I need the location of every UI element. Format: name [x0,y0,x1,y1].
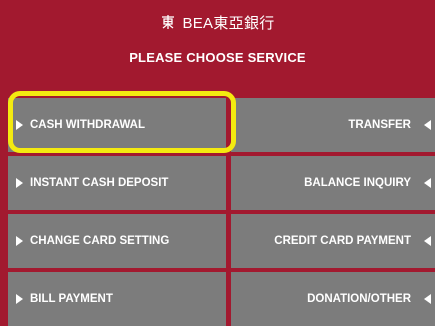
header-bar: BEA東亞銀行 PLEASE CHOOSE SERVICE [0,0,435,86]
arrow-right-icon [16,294,23,304]
arrow-right-icon [16,236,23,246]
page-title: PLEASE CHOOSE SERVICE [129,50,306,65]
arrow-left-icon [424,236,431,246]
button-label: CASH WITHDRAWAL [30,119,145,131]
arrow-right-icon [16,120,23,130]
button-label: TRANSFER [348,119,411,131]
cash-withdrawal-button[interactable]: CASH WITHDRAWAL [8,98,226,152]
arrow-right-icon [16,178,23,188]
button-label: DONATION/OTHER [307,293,411,305]
arrow-left-icon [424,178,431,188]
bill-payment-button[interactable]: BILL PAYMENT [8,272,226,326]
button-label: BILL PAYMENT [30,293,113,305]
brand-name: BEA東亞銀行 [182,14,275,32]
atm-screen: BEA東亞銀行 PLEASE CHOOSE SERVICE CASH WITHD… [0,0,435,326]
balance-inquiry-button[interactable]: BALANCE INQUIRY [231,156,435,210]
bea-logo-icon [162,15,175,29]
donation-other-button[interactable]: DONATION/OTHER [231,272,435,326]
button-label: BALANCE INQUIRY [304,177,411,189]
instant-cash-deposit-button[interactable]: INSTANT CASH DEPOSIT [8,156,226,210]
button-label: INSTANT CASH DEPOSIT [30,177,169,189]
change-card-setting-button[interactable]: CHANGE CARD SETTING [8,214,226,268]
button-label: CREDIT CARD PAYMENT [274,235,411,247]
arrow-left-icon [424,294,431,304]
arrow-left-icon [424,120,431,130]
brand-logo: BEA東亞銀行 [0,10,435,34]
transfer-button[interactable]: TRANSFER [231,98,435,152]
button-label: CHANGE CARD SETTING [30,235,170,247]
credit-card-payment-button[interactable]: CREDIT CARD PAYMENT [231,214,435,268]
